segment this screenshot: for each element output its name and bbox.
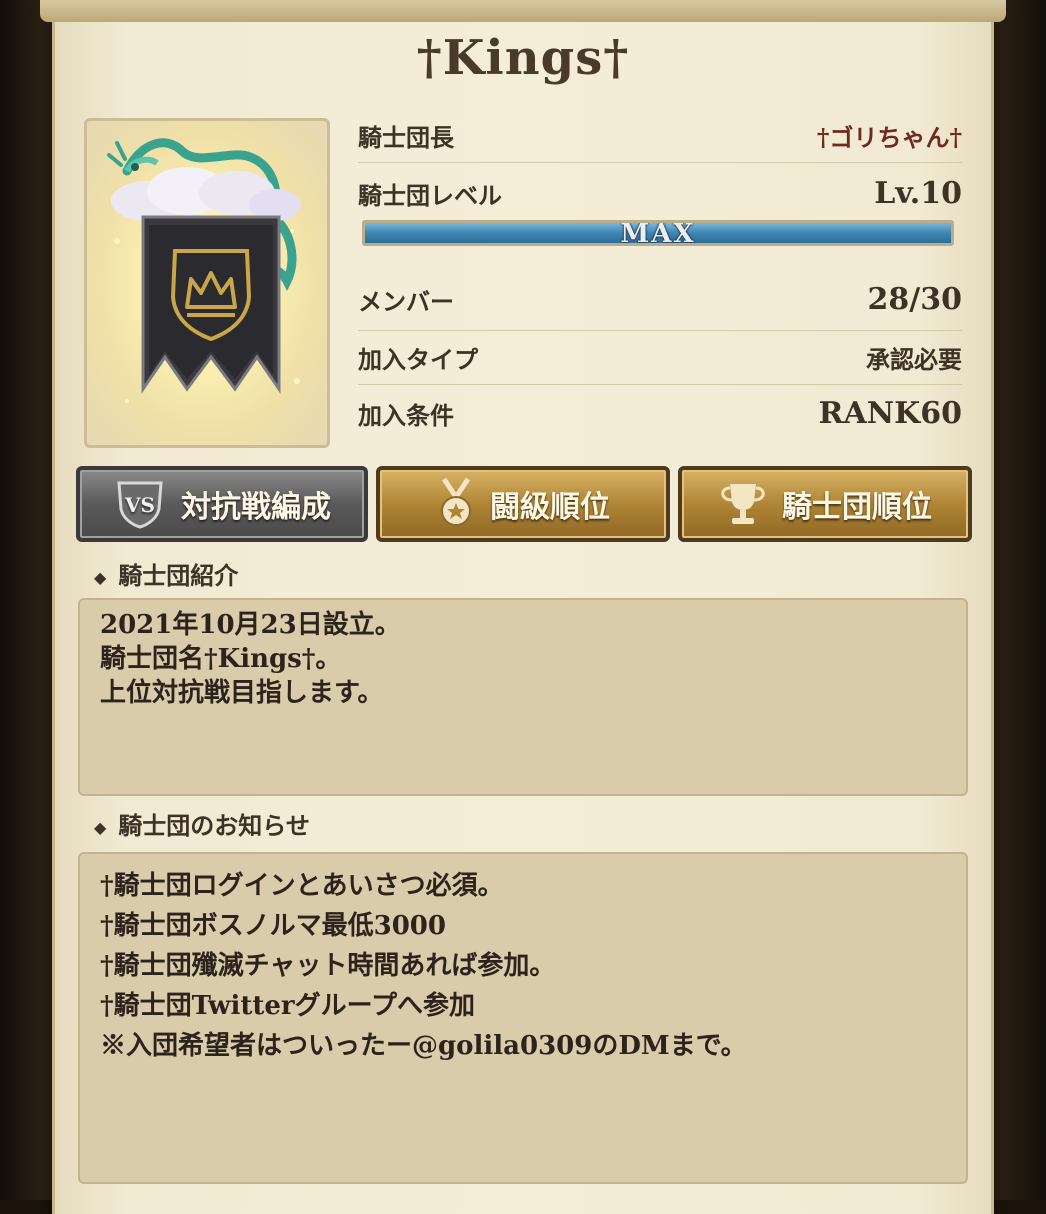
intro-line: 上位対抗戦目指します。 bbox=[100, 678, 384, 708]
guild-ranking-button[interactable]: 騎士団順位 bbox=[678, 466, 972, 542]
notice-line: ※入団希望者はついったー@golila0309のDMまで。 bbox=[100, 1031, 747, 1061]
rank-order-label: 闘級順位 bbox=[490, 490, 610, 525]
notice-line: †騎士団殲滅チャット時間あれば参加。 bbox=[100, 951, 556, 981]
rank-order-button[interactable]: 闘級順位 bbox=[376, 466, 670, 542]
join-type-label: 加入タイプ bbox=[358, 345, 478, 374]
leader-label: 騎士団長 bbox=[358, 123, 454, 152]
intro-heading-text: 騎士団紹介 bbox=[118, 561, 239, 590]
notice-textbox: †騎士団ログインとあいさつ必須。 †騎士団ボスノルマ最低3000 †騎士団殲滅チ… bbox=[78, 852, 968, 1184]
intro-heading: ◆ 騎士団紹介 bbox=[94, 556, 238, 591]
vs-formation-button[interactable]: VS 対抗戦編成 bbox=[76, 466, 368, 542]
notice-heading-text: 騎士団のお知らせ bbox=[118, 811, 310, 840]
level-value: Lv.10 bbox=[874, 176, 962, 211]
join-type-row: 加入タイプ 承認必要 bbox=[358, 340, 962, 380]
leader-row: 騎士団長 †ゴリちゃん† bbox=[358, 118, 962, 158]
intro-textbox: 2021年10月23日設立。 騎士団名†Kings†。 上位対抗戦目指します。 bbox=[78, 598, 968, 796]
medal-icon bbox=[436, 477, 476, 531]
notice-line: †騎士団Twitterグループへ参加 bbox=[100, 991, 476, 1021]
vs-formation-label: 対抗戦編成 bbox=[181, 490, 331, 525]
intro-line: 騎士団名†Kings†。 bbox=[100, 644, 342, 674]
guild-title: †Kings† bbox=[416, 30, 630, 86]
members-value: 28/30 bbox=[867, 282, 962, 317]
leader-name[interactable]: †ゴリちゃん† bbox=[817, 118, 962, 153]
divider bbox=[358, 162, 962, 163]
join-condition-value: RANK60 bbox=[818, 396, 962, 431]
intro-line: 2021年10月23日設立。 bbox=[100, 610, 401, 640]
level-progress-text: MAX bbox=[620, 220, 696, 246]
guild-emblem bbox=[84, 118, 330, 448]
members-row: メンバー 28/30 bbox=[358, 282, 962, 322]
scroll-top-edge bbox=[40, 0, 1006, 22]
join-type-value: 承認必要 bbox=[866, 345, 962, 374]
join-condition-row: 加入条件 RANK60 bbox=[358, 396, 962, 436]
trophy-icon bbox=[718, 482, 768, 526]
level-row: 騎士団レベル Lv.10 bbox=[358, 176, 962, 216]
notice-line: †騎士団ボスノルマ最低3000 bbox=[100, 911, 446, 941]
notice-line: †騎士団ログインとあいさつ必須。 bbox=[100, 871, 504, 901]
diamond-bullet-icon: ◆ bbox=[94, 818, 107, 837]
notice-heading: ◆ 騎士団のお知らせ bbox=[94, 806, 310, 841]
diamond-bullet-icon: ◆ bbox=[94, 568, 107, 587]
level-label: 騎士団レベル bbox=[358, 181, 502, 210]
members-label: メンバー bbox=[358, 287, 454, 316]
svg-text:VS: VS bbox=[124, 493, 155, 517]
level-progress-bar: MAX bbox=[362, 220, 954, 246]
dragon-banner-emblem bbox=[107, 138, 301, 403]
join-condition-label: 加入条件 bbox=[358, 401, 454, 430]
guild-ranking-label: 騎士団順位 bbox=[782, 490, 932, 525]
divider bbox=[358, 384, 962, 385]
divider bbox=[358, 330, 962, 331]
vs-icon: VS bbox=[113, 479, 167, 529]
